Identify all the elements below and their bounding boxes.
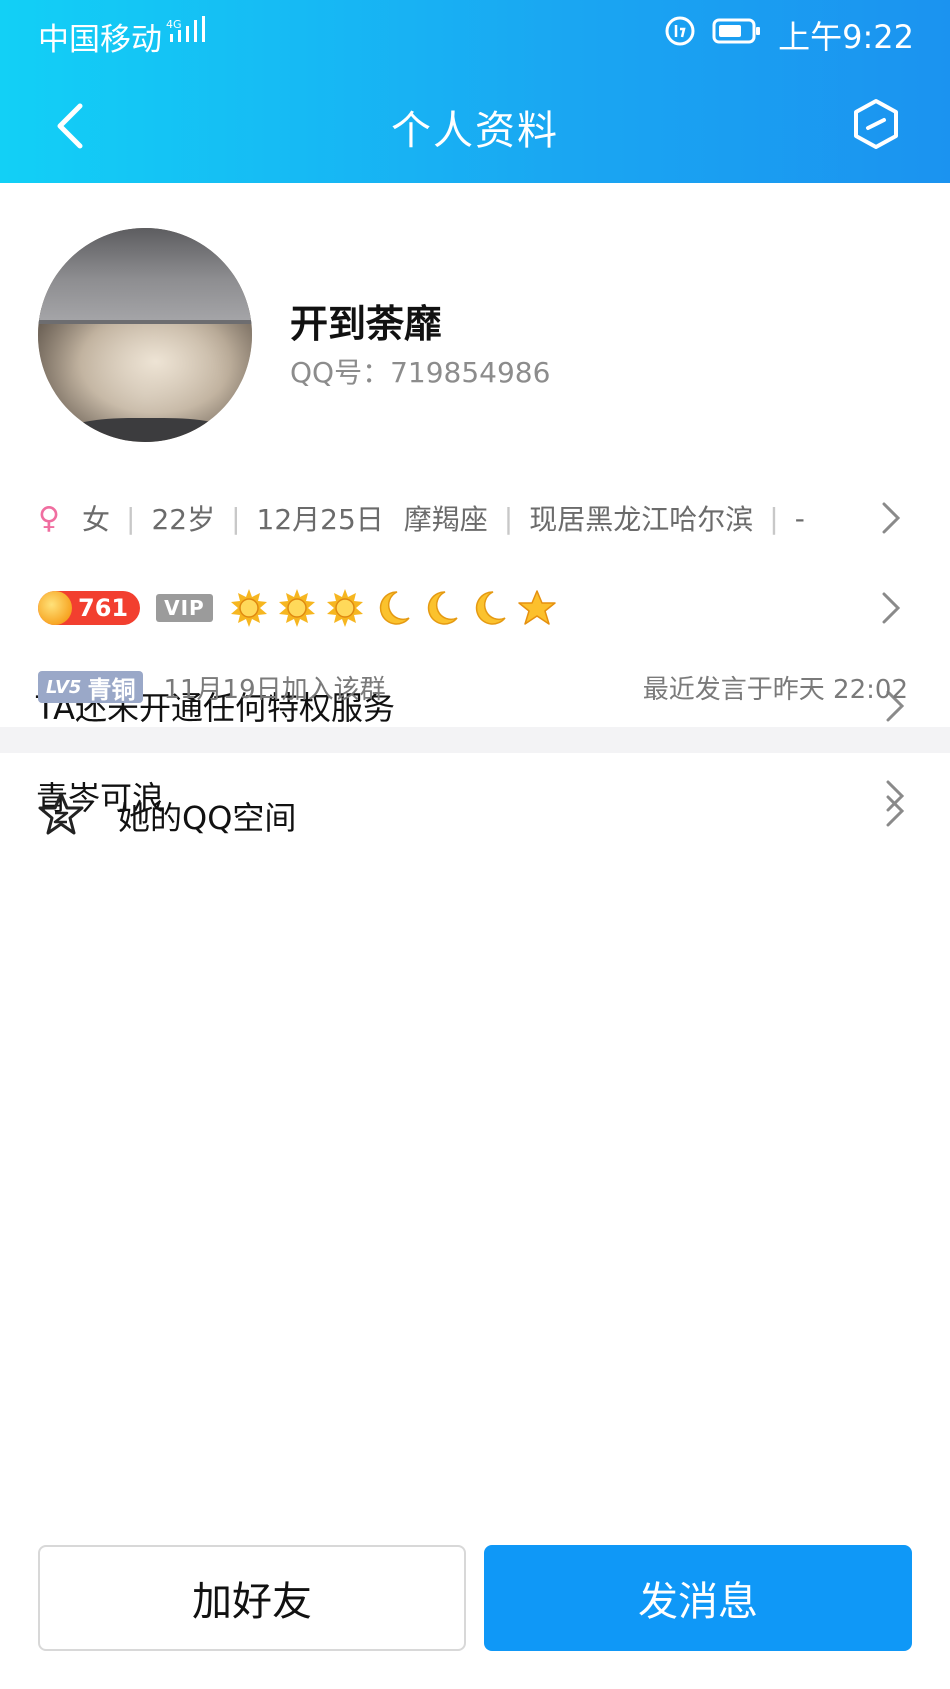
data-saver-icon: [664, 15, 696, 55]
signal-icon: 4G: [166, 16, 206, 54]
level-icons: [229, 588, 557, 628]
moon-icon: [379, 591, 410, 625]
vip-row[interactable]: 761 VIP: [38, 578, 908, 638]
qzone-row[interactable]: 她的QQ空间: [0, 753, 950, 869]
navbar: 个人资料: [0, 82, 950, 172]
qzone-star-icon: [38, 792, 84, 835]
page-title: 个人资料: [391, 108, 559, 154]
chevron-right-icon: [886, 795, 905, 827]
qq-number: QQ号：719854986: [290, 356, 551, 389]
sun-icon: [230, 589, 267, 627]
gender: 女: [81, 503, 110, 536]
group-info-row: LV5 青铜 11月19日加入该群 最近发言于昨天 22:02: [38, 667, 908, 707]
level-name: 青铜: [87, 675, 136, 704]
divider: |: [503, 501, 514, 535]
divider: |: [231, 501, 241, 535]
battery-icon: [712, 17, 762, 53]
settings-icon[interactable]: [850, 96, 902, 152]
sun-icon: [278, 589, 315, 627]
star-icon: [517, 590, 556, 625]
sun-icon: [326, 589, 363, 627]
chevron-right-icon: [882, 592, 901, 624]
zodiac: 摩羯座: [403, 503, 488, 536]
vip-tag: VIP: [156, 594, 213, 622]
female-icon: ♀: [38, 500, 60, 536]
group-level-badge: LV5 青铜: [38, 671, 144, 704]
extra-info: -: [794, 501, 805, 535]
coin-count: 761: [78, 594, 129, 622]
moon-icon: [475, 591, 506, 625]
avatar[interactable]: [38, 228, 252, 442]
send-message-button[interactable]: 发消息: [484, 1545, 912, 1651]
chevron-right-icon: [882, 502, 901, 534]
moon-icon: [427, 591, 458, 625]
header: 中国移动 4G 上午9:22 个人资料: [0, 0, 950, 183]
coin-icon: [38, 591, 72, 625]
last-spoke: 最近发言于昨天 22:02: [642, 674, 908, 705]
profile-name: 开到荼靡: [290, 302, 443, 346]
clock: 上午9:22: [778, 18, 914, 56]
basic-info-row[interactable]: ♀ 女 | 22岁 | 12月25日 摩羯座 | 现居黑龙江哈尔滨 | -: [38, 493, 908, 543]
divider: |: [769, 501, 779, 535]
network-type: 4G: [166, 18, 182, 31]
add-friend-button[interactable]: 加好友: [38, 1545, 466, 1651]
birthday: 12月25日: [256, 503, 384, 536]
divider: |: [126, 501, 136, 535]
status-bar: 中国移动 4G 上午9:22: [0, 0, 950, 70]
location: 现居黑龙江哈尔滨: [529, 503, 754, 536]
level-code: LV5: [46, 676, 82, 698]
coin-badge: 761: [38, 591, 141, 625]
joined-date: 11月19日加入该群: [163, 674, 386, 705]
section-divider: [0, 727, 950, 753]
age: 22岁: [151, 503, 216, 536]
qzone-label: 她的QQ空间: [118, 799, 297, 837]
carrier-name: 中国移动: [38, 22, 162, 58]
status-right: 上午9:22: [664, 12, 914, 58]
